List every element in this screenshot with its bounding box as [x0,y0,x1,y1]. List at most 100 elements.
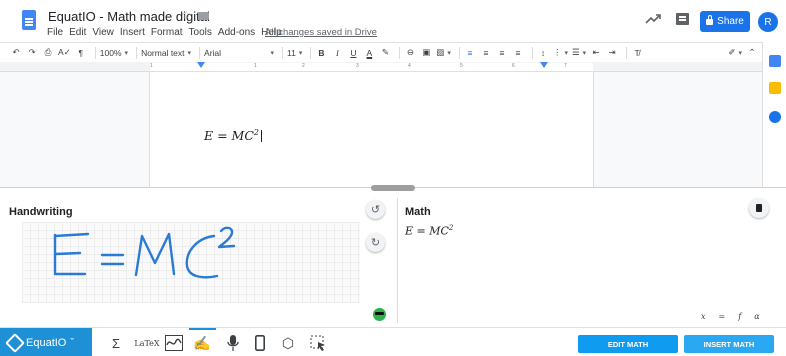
screenshot-icon[interactable] [309,335,327,351]
function-tool-button[interactable]: f [738,312,741,321]
phone-icon[interactable] [253,335,267,351]
align-center-icon[interactable]: ≡ [480,45,492,61]
math-expression[interactable]: E = MC2 [405,224,453,238]
increase-indent-icon[interactable]: ⇥ [606,45,618,61]
ruler-tick: 6 [512,63,515,69]
print-icon[interactable]: ⎙ [42,45,54,61]
ruler-tick: 1 [254,63,257,69]
redo-icon[interactable]: ↷ [26,45,38,61]
activity-trend-icon[interactable] [645,13,661,25]
equals-tool-button[interactable]: = [719,312,726,321]
math-expression-text: E = MC [405,224,449,238]
align-right-icon[interactable]: ≡ [496,45,508,61]
clear-format-icon[interactable]: T̸ [631,45,643,61]
pen-icon[interactable]: ✐ [728,45,742,61]
divider [531,46,533,59]
handwriting-canvas[interactable] [22,222,360,303]
text-cursor [261,130,263,143]
ruler-tick: 4 [408,63,411,69]
highlight-icon[interactable]: ✎ [379,45,391,61]
latex-icon[interactable]: LaTeX [134,335,160,351]
handwriting-icon[interactable]: ✍ [192,335,212,351]
math-title: Math [405,206,431,218]
save-status[interactable]: All changes saved in Drive [265,27,377,38]
sigma-icon[interactable]: Σ [107,335,125,351]
menu-tools[interactable]: Tools [189,27,212,38]
align-left-icon[interactable]: ≡ [464,45,476,61]
line-spacing-icon[interactable]: ↕ [537,45,549,61]
avatar[interactable]: R [758,12,778,32]
tasks-icon[interactable] [769,111,781,123]
underline-button[interactable]: U [347,45,359,61]
ruler-tick: 7 [564,63,567,69]
edit-math-button[interactable]: EDIT MATH [578,335,678,353]
side-panel [762,42,786,187]
menu-file[interactable]: File [47,27,63,38]
font-size-select[interactable]: 11 [287,45,302,61]
left-indent-marker[interactable] [197,62,205,68]
text-color-button[interactable]: A [363,45,375,61]
numbered-list-icon[interactable]: ⋮ [553,45,568,61]
equatio-logo-text: EquatIO [26,336,67,349]
app-window: EquatIO - Math made digital ☆ File Edit … [0,0,786,356]
resize-handle[interactable] [371,185,415,191]
undo-icon[interactable]: ↶ [10,45,22,61]
zoom-select[interactable]: 100% [100,45,128,61]
ruler-tick: 2 [302,63,305,69]
emoji-icon[interactable] [373,308,386,321]
image-icon[interactable]: ▨ [436,45,451,61]
trash-button[interactable] [749,198,769,218]
docs-logo-icon[interactable] [22,10,36,30]
ruler-page: 1 1 2 3 4 5 6 7 [150,63,593,71]
equatio-menu-button[interactable]: EquatIO ˇ [0,328,92,356]
3d-icon[interactable]: ⬡ [279,335,297,351]
comment-history-icon[interactable] [676,13,689,25]
document-page[interactable]: E = MC2 [150,72,593,187]
font-select[interactable]: Arial [204,45,274,61]
formula-text: E = MC [204,128,254,144]
insert-math-button[interactable]: INSERT MATH [684,335,774,353]
menu-format[interactable]: Format [151,27,183,38]
justify-icon[interactable]: ≡ [512,45,524,61]
divider [626,46,628,59]
ruler-tick: 3 [356,63,359,69]
comment-add-icon[interactable]: ▣ [420,45,432,61]
share-button[interactable]: Share [700,11,750,32]
undo-stroke-button[interactable]: ↺ [366,200,385,219]
menu-bar: File Edit View Insert Format Tools Add-o… [47,27,282,38]
decrease-indent-icon[interactable]: ⇤ [590,45,602,61]
link-icon[interactable]: ⊖ [404,45,416,61]
divider [399,46,401,59]
mic-icon[interactable] [225,335,241,351]
divider [199,46,201,59]
spellcheck-icon[interactable]: A✓ [58,45,71,61]
divider [282,46,284,59]
active-tool-indicator [189,328,216,330]
collapse-icon[interactable]: ⌃ [746,45,758,61]
menu-view[interactable]: View [92,27,114,38]
power-tool-button[interactable]: x [701,312,706,321]
handwriting-strokes [53,226,236,279]
divider [458,46,460,59]
italic-button[interactable]: I [331,45,343,61]
menu-addons[interactable]: Add-ons [218,27,255,38]
keep-icon[interactable] [769,82,781,94]
menu-insert[interactable]: Insert [120,27,145,38]
redo-stroke-button[interactable]: ↻ [366,233,385,252]
calendar-icon[interactable] [769,55,781,67]
menu-edit[interactable]: Edit [69,27,86,38]
style-select[interactable]: Normal text [141,45,191,61]
chevron-down-icon: ˇ [70,336,75,349]
greek-tool-button[interactable]: α [754,312,759,321]
graph-icon[interactable] [165,335,183,351]
folder-icon[interactable] [198,12,209,20]
right-indent-marker[interactable] [540,62,548,68]
document-canvas: E = MC2 [0,72,762,187]
document-formula[interactable]: E = MC2 [204,128,263,144]
paint-format-icon[interactable]: ¶ [75,45,87,61]
bulleted-list-icon[interactable]: ☰ [572,45,586,61]
ruler-tick: 1 [150,63,153,69]
star-icon[interactable]: ☆ [181,8,192,22]
share-label: Share [717,16,744,27]
bold-button[interactable]: B [315,45,327,61]
